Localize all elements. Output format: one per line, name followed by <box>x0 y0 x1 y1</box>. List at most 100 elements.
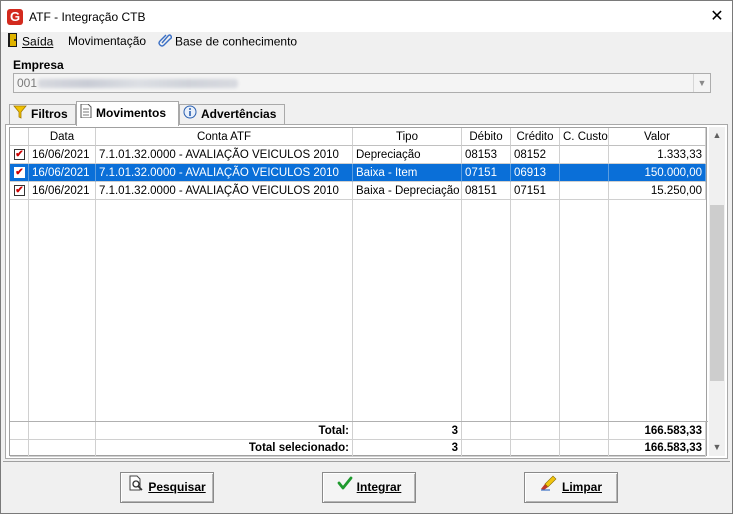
cell-debito: 08151 <box>462 182 511 200</box>
total-selecionado-count: 3 <box>353 439 462 457</box>
row-checkbox-cell[interactable]: ✔ <box>10 182 29 200</box>
chevron-down-icon[interactable]: ▼ <box>693 74 710 92</box>
total-spacer <box>511 439 560 457</box>
main-window: G ATF - Integração CTB ✕ Saída Movimenta… <box>0 0 733 514</box>
column-header-credito[interactable]: Crédito <box>511 128 560 146</box>
cell-credito: 07151 <box>511 182 560 200</box>
total-label: Total: <box>96 422 353 440</box>
column-header-tipo[interactable]: Tipo <box>353 128 462 146</box>
table-row-selected[interactable]: ✔ 16/06/2021 7.1.01.32.0000 - AVALIAÇÃO … <box>10 164 708 182</box>
scroll-down-icon[interactable]: ▼ <box>709 439 725 456</box>
cell-tipo: Baixa - Depreciação <box>353 182 462 200</box>
menu-item-movimentacao[interactable]: Movimentação <box>68 33 146 50</box>
grid-header-row: Data Conta ATF Tipo Débito Crédito C. Cu… <box>10 128 708 146</box>
close-button[interactable]: ✕ <box>702 1 732 32</box>
column-divider <box>28 200 29 421</box>
cell-ccusto <box>560 182 609 200</box>
menu-item-label: Base de conhecimento <box>175 34 298 49</box>
cell-conta: 7.1.01.32.0000 - AVALIAÇÃO VEICULOS 2010 <box>96 182 353 200</box>
cell-ccusto <box>560 146 609 164</box>
checkmark-icon <box>337 473 353 502</box>
total-spacer <box>29 439 96 457</box>
button-label: Limpar <box>561 480 602 494</box>
checkbox-checked-icon[interactable]: ✔ <box>14 149 25 160</box>
button-label: Pesquisar <box>148 480 206 494</box>
column-header-check[interactable] <box>10 128 29 146</box>
cell-conta: 7.1.01.32.0000 - AVALIAÇÃO VEICULOS 2010 <box>96 146 353 164</box>
empresa-label: Empresa <box>13 58 64 72</box>
integrar-button[interactable]: Integrar <box>322 472 416 503</box>
checkbox-checked-icon[interactable]: ✔ <box>14 167 25 178</box>
cell-ccusto <box>560 164 609 182</box>
column-divider <box>461 200 462 421</box>
cell-credito: 08152 <box>511 146 560 164</box>
app-logo-icon: G <box>7 9 23 25</box>
vertical-scrollbar[interactable]: ▲ ▼ <box>709 127 725 456</box>
cell-tipo: Baixa - Item <box>353 164 462 182</box>
button-label: Integrar <box>356 480 402 494</box>
tab-label: Filtros <box>31 107 68 122</box>
cell-valor: 15.250,00 <box>609 182 706 200</box>
tab-strip: Filtros Movimentos Advertências <box>7 101 727 126</box>
column-header-conta[interactable]: Conta ATF <box>96 128 353 146</box>
tab-advertencias[interactable]: Advertências <box>179 104 285 125</box>
tab-movimentos[interactable]: Movimentos <box>76 101 179 126</box>
checkbox-checked-icon[interactable]: ✔ <box>14 185 25 196</box>
column-divider <box>95 200 96 421</box>
total-spacer <box>560 439 609 457</box>
column-divider <box>510 200 511 421</box>
limpar-button[interactable]: Limpar <box>524 472 618 503</box>
cell-debito: 07151 <box>462 164 511 182</box>
total-valor: 166.583,33 <box>609 422 706 440</box>
cell-credito: 06913 <box>511 164 560 182</box>
tab-filtros[interactable]: Filtros <box>9 104 76 125</box>
exit-door-icon <box>7 33 19 52</box>
total-spacer <box>462 439 511 457</box>
empresa-value: 001 <box>17 76 38 90</box>
column-divider <box>352 200 353 421</box>
cell-conta: 7.1.01.32.0000 - AVALIAÇÃO VEICULOS 2010 <box>96 164 353 182</box>
window-title: ATF - Integração CTB <box>29 10 146 24</box>
tab-label: Movimentos <box>96 106 167 120</box>
movimentos-panel: Data Conta ATF Tipo Débito Crédito C. Cu… <box>5 124 728 459</box>
total-spacer <box>511 422 560 440</box>
column-divider <box>608 200 609 421</box>
search-document-icon <box>128 473 144 502</box>
movimentos-grid: Data Conta ATF Tipo Débito Crédito C. Cu… <box>9 127 708 457</box>
title-bar: G ATF - Integração CTB ✕ <box>1 1 732 32</box>
row-checkbox-cell[interactable]: ✔ <box>10 146 29 164</box>
menu-bar: Saída Movimentação Base de conhecimento <box>1 32 732 51</box>
cell-tipo: Depreciação <box>353 146 462 164</box>
column-header-valor[interactable]: Valor <box>609 128 706 146</box>
cell-data: 16/06/2021 <box>29 182 96 200</box>
scrollbar-thumb[interactable] <box>710 205 724 381</box>
document-icon <box>80 103 92 125</box>
total-spacer <box>10 439 29 457</box>
column-header-data[interactable]: Data <box>29 128 96 146</box>
scroll-up-icon[interactable]: ▲ <box>709 127 725 144</box>
column-header-debito[interactable]: Débito <box>462 128 511 146</box>
menu-item-label: Saída <box>22 34 54 49</box>
row-checkbox-cell[interactable]: ✔ <box>10 164 29 182</box>
column-header-ccusto[interactable]: C. Custo <box>560 128 609 146</box>
total-spacer <box>560 422 609 440</box>
column-divider <box>559 200 560 421</box>
empresa-name-redacted <box>38 79 238 88</box>
paperclip-icon <box>158 33 173 52</box>
table-row[interactable]: ✔ 16/06/2021 7.1.01.32.0000 - AVALIAÇÃO … <box>10 182 708 200</box>
cell-valor: 1.333,33 <box>609 146 706 164</box>
cell-debito: 08153 <box>462 146 511 164</box>
pesquisar-button[interactable]: Pesquisar <box>120 472 214 503</box>
cell-valor: 150.000,00 <box>609 164 706 182</box>
empresa-select[interactable]: 001 ▼ <box>13 73 711 93</box>
filter-funnel-icon <box>13 105 27 125</box>
menu-item-base-conhecimento[interactable]: Base de conhecimento <box>158 33 297 50</box>
total-spacer <box>10 422 29 440</box>
menu-item-label: Movimentação <box>68 34 147 48</box>
button-bar: Pesquisar Integrar Limpar <box>3 461 730 511</box>
total-row: Total: 3 166.583,33 <box>10 421 708 440</box>
menu-item-saida[interactable]: Saída <box>7 33 53 50</box>
tab-label: Advertências <box>201 107 277 122</box>
info-icon <box>183 105 197 125</box>
table-row[interactable]: ✔ 16/06/2021 7.1.01.32.0000 - AVALIAÇÃO … <box>10 146 708 164</box>
